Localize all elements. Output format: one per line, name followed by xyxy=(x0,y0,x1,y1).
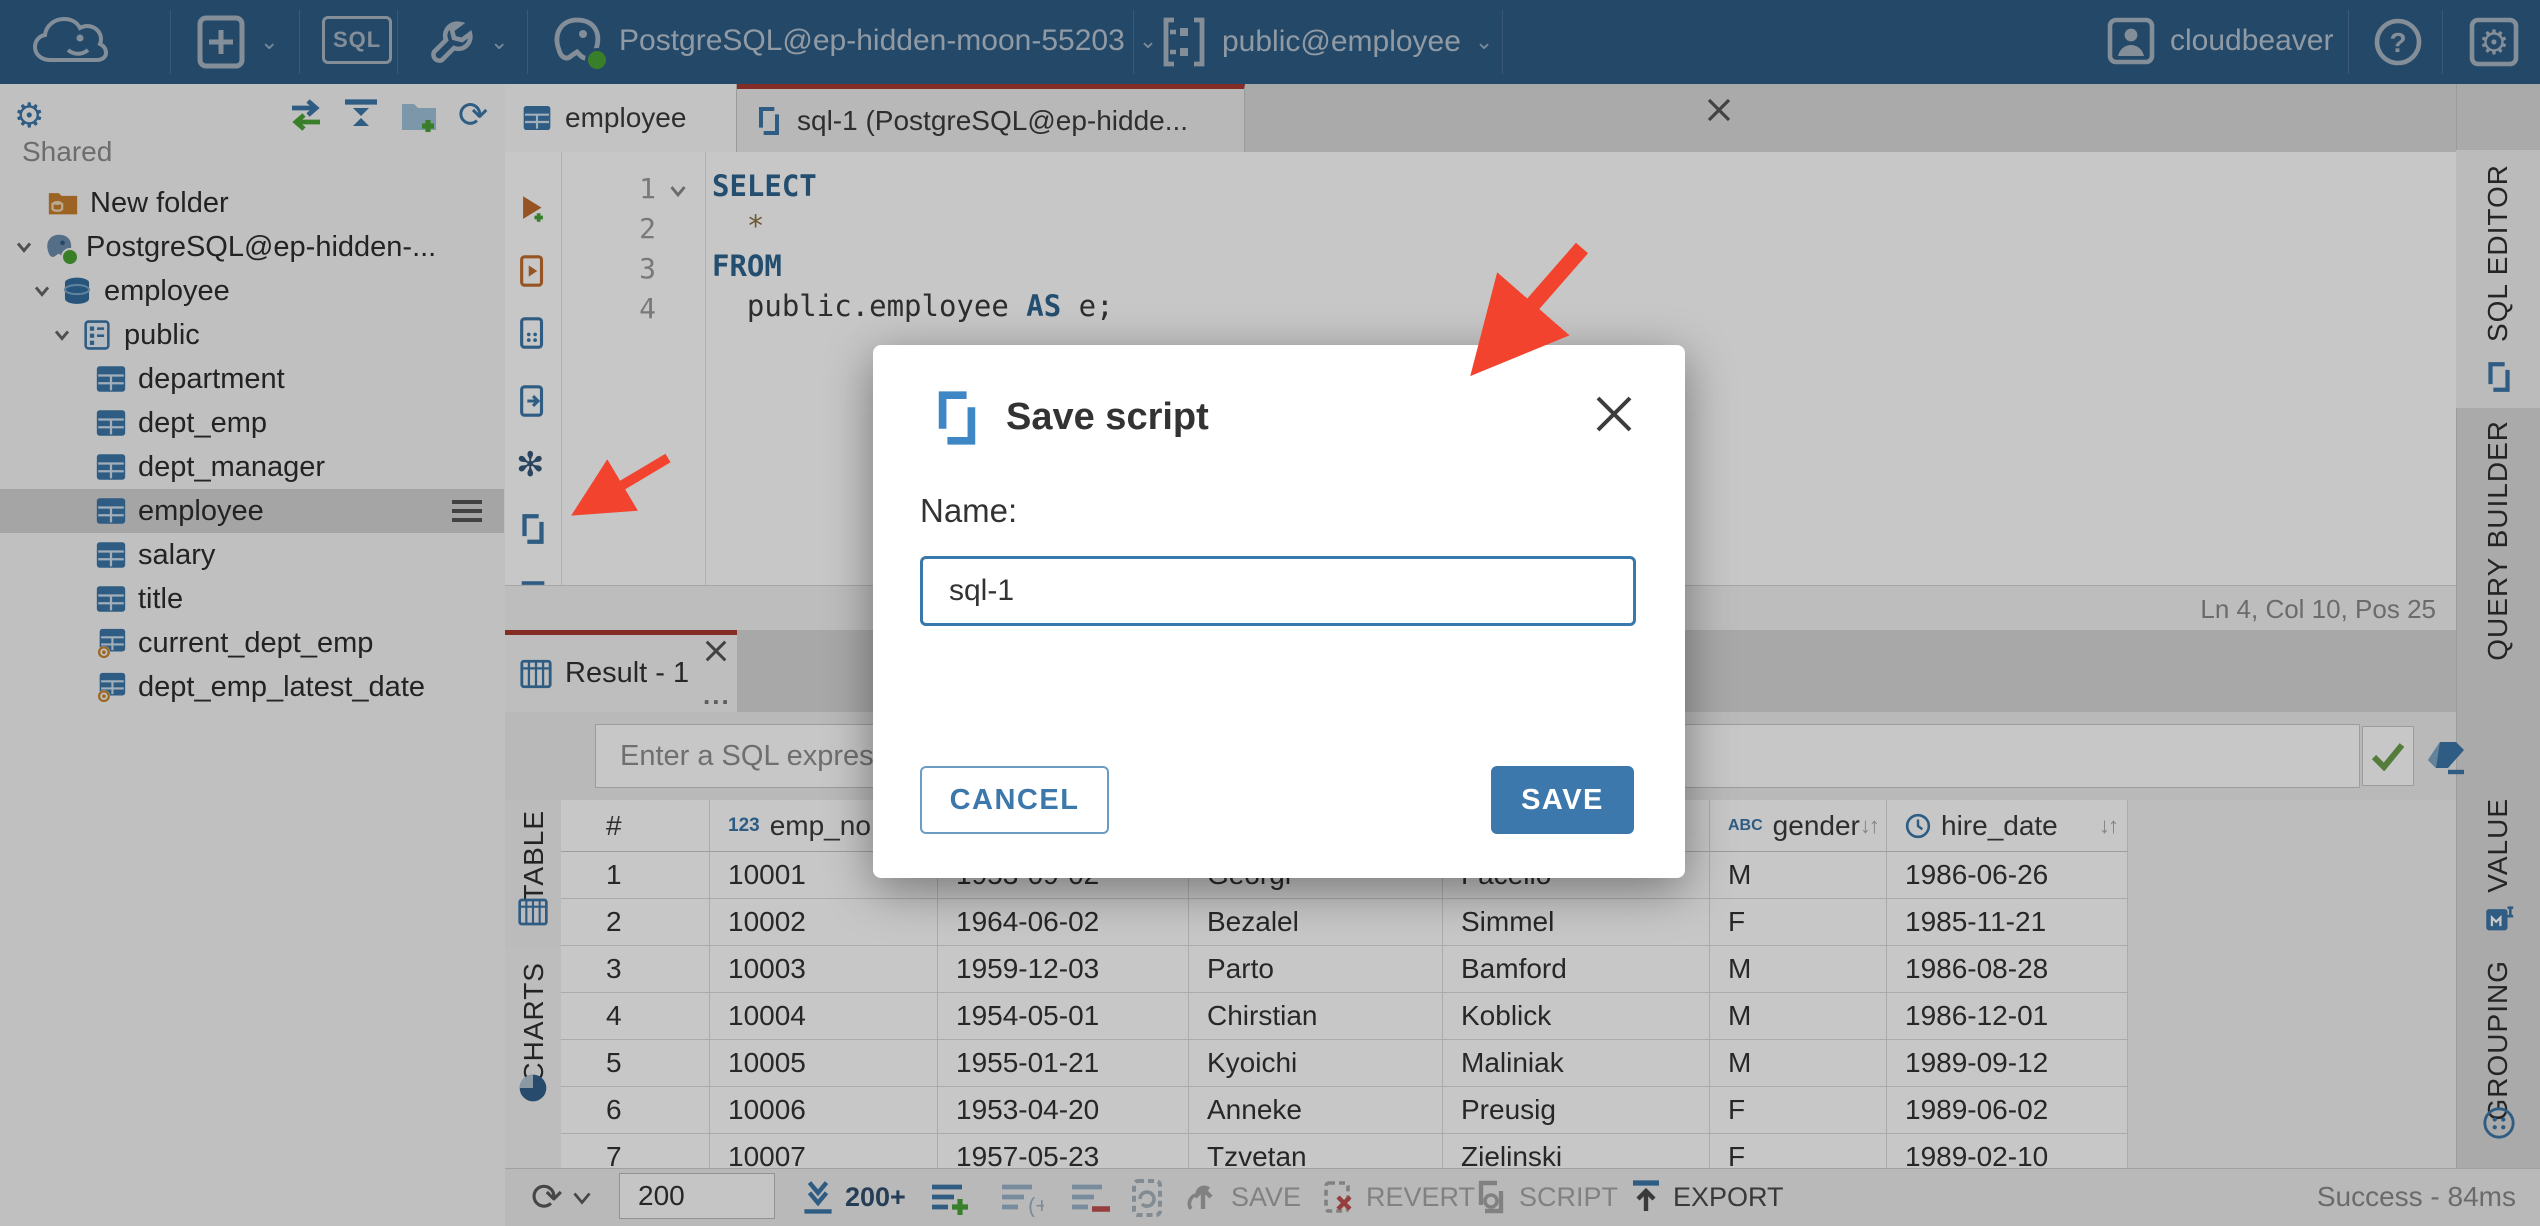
close-dialog-icon[interactable] xyxy=(1592,392,1636,436)
cloudbeaver-app: ⌄ SQL ⌄ PostgreSQL@ep-hidden-moon-55203 … xyxy=(0,0,2540,1226)
script-name-input[interactable] xyxy=(920,556,1636,626)
script-icon xyxy=(938,391,976,445)
dialog-title: Save script xyxy=(1006,396,1209,438)
save-button[interactable]: SAVE xyxy=(1491,766,1634,834)
cancel-button[interactable]: CANCEL xyxy=(920,766,1109,834)
name-label: Name: xyxy=(920,492,1018,529)
